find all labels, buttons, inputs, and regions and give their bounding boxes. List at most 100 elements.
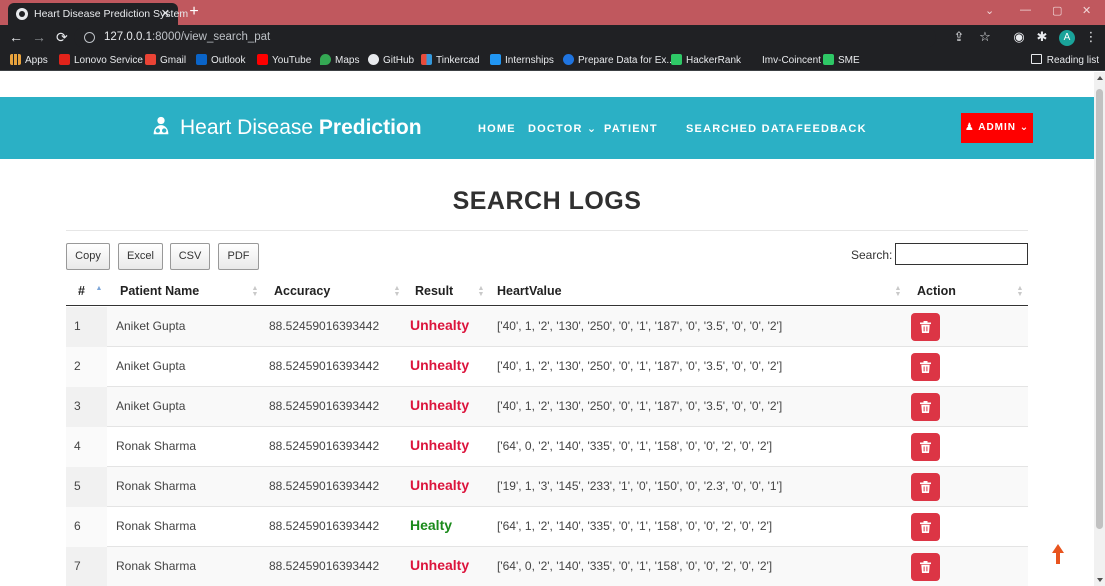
sort-icon[interactable]: ▲ ▼ [894, 285, 902, 298]
sort-icon[interactable]: ▲ ▼ [393, 285, 401, 298]
bookmark-gmail[interactable]: Gmail [145, 53, 186, 68]
heart-values: ['64', 1, '2', '140', '335', '0', '1', '… [497, 519, 773, 533]
youtube-icon [257, 54, 268, 65]
page-scrollbar[interactable] [1094, 72, 1105, 586]
bookmark-apps[interactable]: Apps [10, 53, 48, 68]
delete-button[interactable] [911, 353, 940, 381]
patient-name: Aniket Gupta [116, 399, 186, 413]
nav-feedback[interactable]: FEEDBACK [796, 122, 867, 136]
trash-icon [920, 561, 931, 573]
delete-button[interactable] [911, 313, 940, 341]
result-status: Unhealty [410, 477, 470, 493]
bookmark-youtube[interactable]: YouTube [257, 53, 311, 68]
tinkercad-icon [421, 54, 432, 65]
accuracy-value: 88.52459016393442 [269, 319, 380, 333]
accuracy-value: 88.52459016393442 [269, 439, 380, 453]
sort-asc-icon[interactable]: ▲ [95, 285, 103, 292]
admin-dropdown-button[interactable]: ♟ ADMIN ⌄ [961, 113, 1033, 143]
result-status: Unhealty [410, 437, 470, 453]
patient-name: Ronak Sharma [116, 479, 197, 493]
bookmark-prepare-data[interactable]: Prepare Data for Ex... [563, 53, 675, 68]
apps-grid-icon [10, 54, 21, 65]
bookmark-outlook[interactable]: Outlook [196, 53, 245, 68]
browser-toolbar: ← → ⟳ 127.0.0.1:8000/view_search_pat ⇪ ☆… [0, 25, 1105, 50]
browser-tab-strip: Heart Disease Prediction System ✕ + ⌄ — … [0, 0, 1105, 25]
delete-button[interactable] [911, 553, 940, 581]
bookmark-tinkercad[interactable]: Tinkercad [421, 53, 480, 68]
site-navbar: Heart Disease Prediction HOME DOCTOR ⌄ P… [0, 97, 1094, 159]
delete-button[interactable] [911, 513, 940, 541]
scroll-to-top-icon[interactable] [1052, 544, 1064, 564]
sorted-column-cell [66, 347, 107, 387]
sort-icon[interactable]: ▲ ▼ [477, 285, 485, 298]
maximize-icon[interactable]: ▢ [1052, 4, 1062, 17]
new-tab-button[interactable]: + [184, 2, 204, 22]
delete-button[interactable] [911, 473, 940, 501]
maps-pin-icon [320, 54, 331, 65]
tab-search-icon[interactable]: ⌄ [985, 4, 994, 17]
nav-searched-data[interactable]: SEARCHED DATA [686, 122, 795, 136]
bookmark-sme[interactable]: SME [823, 53, 860, 68]
outlook-icon [196, 54, 207, 65]
brand-light: Heart Disease [180, 116, 319, 139]
reading-list[interactable]: Reading list [1030, 53, 1099, 68]
column-header-result[interactable]: Result [415, 284, 453, 298]
minimize-icon[interactable]: — [1020, 4, 1031, 16]
reload-icon[interactable]: ⟳ [56, 29, 68, 45]
column-header-number[interactable]: # [78, 284, 85, 298]
excel-button[interactable]: Excel [118, 243, 163, 270]
profile-avatar[interactable]: A [1059, 30, 1075, 46]
share-icon[interactable]: ⇪ [952, 30, 966, 44]
site-brand[interactable]: Heart Disease Prediction [150, 114, 422, 142]
column-header-accuracy[interactable]: Accuracy [274, 284, 330, 298]
sorted-column-cell [66, 307, 107, 347]
site-favicon-icon [16, 8, 28, 20]
sort-icon[interactable]: ▲ ▼ [1016, 285, 1024, 298]
patient-name: Ronak Sharma [116, 439, 197, 453]
column-header-heartvalue[interactable]: HeartValue [497, 284, 562, 298]
result-status: Unhealty [410, 357, 470, 373]
bookmark-imv[interactable]: Imv-Coincent [762, 53, 821, 68]
scrollbar-thumb[interactable] [1096, 89, 1103, 529]
row-number: 5 [74, 479, 81, 493]
trash-icon [920, 521, 931, 533]
menu-kebab-icon[interactable]: ⋮ [1084, 30, 1098, 44]
browser-tab[interactable]: Heart Disease Prediction System ✕ [8, 3, 188, 25]
window-close-icon[interactable]: ✕ [1082, 4, 1091, 17]
back-icon[interactable]: ← [9, 29, 23, 45]
column-header-patient-name[interactable]: Patient Name [120, 284, 199, 298]
bookmark-github[interactable]: GitHub [368, 53, 414, 68]
nav-doctor[interactable]: DOCTOR ⌄ [528, 122, 597, 136]
delete-button[interactable] [911, 393, 940, 421]
heart-values: ['40', 1, '2', '130', '250', '0', '1', '… [497, 319, 783, 333]
nav-patient[interactable]: PATIENT [604, 122, 658, 136]
scroll-down-icon[interactable] [1097, 578, 1103, 582]
sorted-column-cell [66, 467, 107, 507]
result-status: Healty [410, 517, 453, 533]
bookmark-hackerrank[interactable]: HackerRank [671, 53, 741, 68]
accuracy-value: 88.52459016393442 [269, 399, 380, 413]
result-status: Unhealty [410, 397, 470, 413]
sort-icon[interactable]: ▲ ▼ [251, 285, 259, 298]
scroll-up-icon[interactable] [1097, 76, 1103, 80]
delete-button[interactable] [911, 433, 940, 461]
column-header-action[interactable]: Action [917, 284, 956, 298]
copy-button[interactable]: Copy [66, 243, 110, 270]
bookmark-maps[interactable]: Maps [320, 53, 359, 68]
site-info-icon[interactable] [84, 32, 95, 43]
address-bar[interactable]: 127.0.0.1:8000/view_search_pat [74, 27, 936, 48]
heart-values: ['40', 1, '2', '130', '250', '0', '1', '… [497, 359, 783, 373]
patient-name: Aniket Gupta [116, 319, 186, 333]
bookmark-internships[interactable]: Internships [490, 53, 554, 68]
pdf-button[interactable]: PDF [218, 243, 259, 270]
csv-button[interactable]: CSV [170, 243, 210, 270]
table-row: 6 Ronak Sharma 88.52459016393442 Healty ['64… [66, 507, 1028, 547]
extension-g-icon[interactable]: ◉ [1012, 30, 1026, 44]
accuracy-value: 88.52459016393442 [269, 479, 380, 493]
search-input[interactable] [895, 243, 1028, 265]
nav-home[interactable]: HOME [478, 122, 516, 136]
extensions-puzzle-icon[interactable]: ✱ [1035, 30, 1049, 44]
bookmark-star-icon[interactable]: ☆ [978, 30, 992, 44]
bookmark-lonovo[interactable]: Lonovo Service [59, 53, 143, 68]
tab-close-icon[interactable]: ✕ [161, 3, 170, 25]
